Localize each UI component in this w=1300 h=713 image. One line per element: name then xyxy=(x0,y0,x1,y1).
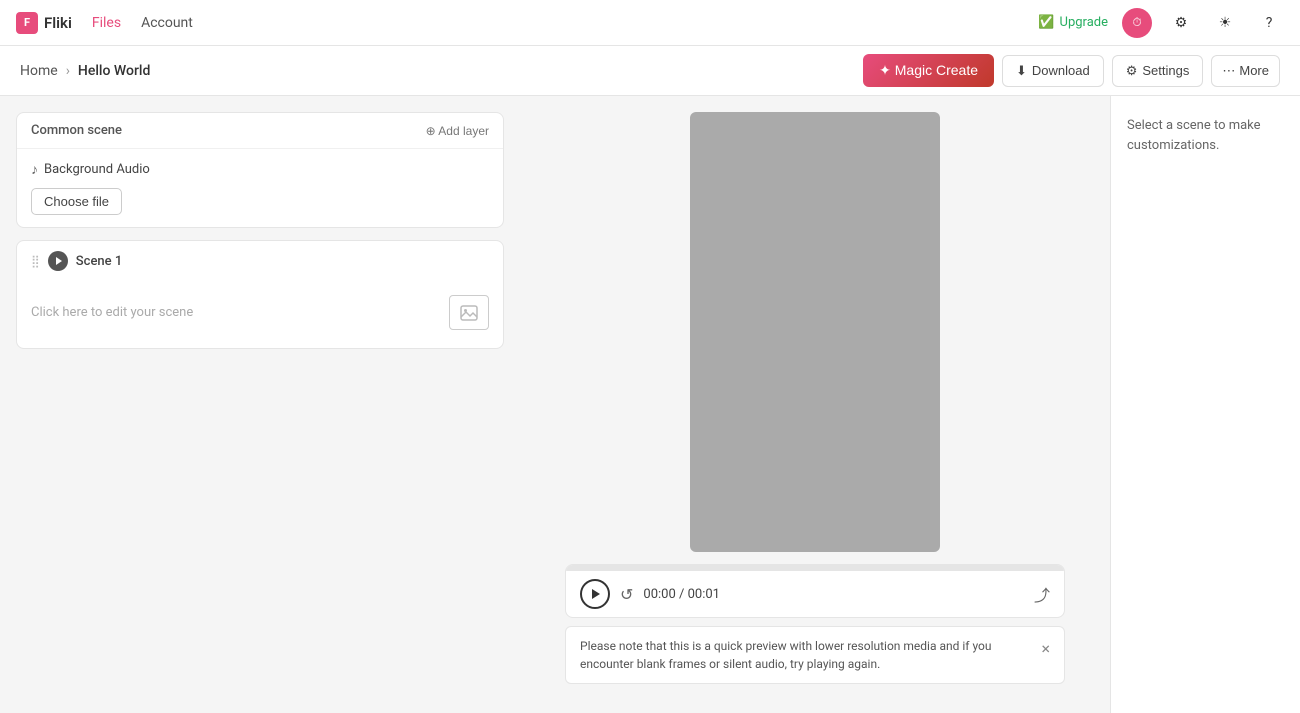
download-icon: ⬇ xyxy=(1016,63,1027,79)
nav-left: F Fliki Files Account xyxy=(16,12,193,34)
nav-files[interactable]: Files xyxy=(92,15,121,31)
bg-audio-row: ♪ Background Audio xyxy=(31,161,489,178)
player-controls: ↺ 00:00 / 00:01 ⤴ xyxy=(566,571,1064,617)
breadcrumb-home[interactable]: Home xyxy=(20,63,58,79)
upgrade-label: Upgrade xyxy=(1060,15,1108,30)
scene1-play-icon[interactable] xyxy=(48,251,68,271)
magic-create-button[interactable]: ✦ Magic Create xyxy=(863,54,994,87)
settings-icon: ⚙ xyxy=(1126,63,1138,79)
main-layout: Common scene ⊕ Add layer ♪ Background Au… xyxy=(0,96,1300,713)
logo-label: Fliki xyxy=(44,14,72,32)
player-progress-bar[interactable] xyxy=(566,565,1064,571)
logo[interactable]: F Fliki xyxy=(16,12,72,34)
toolbar-actions: ✦ Magic Create ⬇ Download ⚙ Settings ⋯ M… xyxy=(863,54,1280,87)
scene1-image-icon[interactable] xyxy=(449,295,489,330)
center-panel: ↺ 00:00 / 00:01 ⤴ Please note that this … xyxy=(520,96,1110,713)
bg-audio-label: Background Audio xyxy=(44,162,150,177)
help-button[interactable]: ? xyxy=(1254,8,1284,38)
settings-button[interactable]: ⚙ Settings xyxy=(1112,55,1204,87)
sun-icon: ☀ xyxy=(1219,15,1232,31)
tools-button[interactable]: ⚙ xyxy=(1166,8,1196,38)
more-dots-icon: ⋯ xyxy=(1222,63,1235,79)
help-icon: ? xyxy=(1266,15,1273,31)
download-label: Download xyxy=(1032,63,1090,78)
nav-right: ✅ Upgrade ⏱ ⚙ ☀ ? xyxy=(1038,8,1284,38)
settings-label: Settings xyxy=(1142,63,1189,78)
choose-file-button[interactable]: Choose file xyxy=(31,188,122,215)
scene1-card: ⣿ Scene 1 Click here to edit your scene xyxy=(16,240,504,349)
upgrade-button[interactable]: ✅ Upgrade xyxy=(1038,15,1108,30)
timer-icon: ⏱ xyxy=(1132,15,1141,30)
timer-button[interactable]: ⏱ xyxy=(1122,8,1152,38)
share-icon[interactable]: ⤴ xyxy=(1034,582,1050,606)
replay-icon[interactable]: ↺ xyxy=(620,585,633,604)
more-button[interactable]: ⋯ More xyxy=(1211,55,1280,87)
drag-handle-icon[interactable]: ⣿ xyxy=(31,254,40,268)
music-icon: ♪ xyxy=(31,161,38,178)
checkmark-icon: ✅ xyxy=(1038,15,1054,30)
player-left-controls: ↺ 00:00 / 00:01 xyxy=(580,579,720,609)
breadcrumb: Home › Hello World xyxy=(20,63,150,79)
left-panel: Common scene ⊕ Add layer ♪ Background Au… xyxy=(0,96,520,713)
time-display: 00:00 / 00:01 xyxy=(643,587,720,602)
common-scene-body: ♪ Background Audio Choose file xyxy=(17,149,503,227)
download-button[interactable]: ⬇ Download xyxy=(1002,55,1104,87)
right-panel: Select a scene to make customizations. xyxy=(1110,96,1300,713)
notice-text: Please note that this is a quick preview… xyxy=(580,637,1031,673)
play-icon xyxy=(592,589,600,599)
tools-icon: ⚙ xyxy=(1175,15,1188,31)
common-scene-header: Common scene ⊕ Add layer xyxy=(17,113,503,149)
player-bar: ↺ 00:00 / 00:01 ⤴ xyxy=(565,564,1065,618)
play-button[interactable] xyxy=(580,579,610,609)
breadcrumb-current: Hello World xyxy=(78,63,150,79)
time-separator: / xyxy=(676,587,688,602)
breadcrumb-bar: Home › Hello World ✦ Magic Create ⬇ Down… xyxy=(0,46,1300,96)
time-total: 00:01 xyxy=(688,587,720,602)
more-label: More xyxy=(1239,63,1269,78)
video-preview xyxy=(690,112,940,552)
scene1-header: ⣿ Scene 1 xyxy=(17,241,503,281)
scene1-placeholder: Click here to edit your scene xyxy=(31,305,193,320)
breadcrumb-separator: › xyxy=(66,63,70,79)
logo-icon: F xyxy=(16,12,38,34)
time-current: 00:00 xyxy=(643,587,675,602)
notice-bar: Please note that this is a quick preview… xyxy=(565,626,1065,684)
notice-close-button[interactable]: × xyxy=(1041,637,1050,661)
add-layer-button[interactable]: ⊕ Add layer xyxy=(426,124,489,138)
scene1-body[interactable]: Click here to edit your scene xyxy=(17,281,503,348)
common-scene-card: Common scene ⊕ Add layer ♪ Background Au… xyxy=(16,112,504,228)
right-panel-text: Select a scene to make customizations. xyxy=(1127,116,1284,155)
common-scene-title: Common scene xyxy=(31,123,122,138)
top-nav: F Fliki Files Account ✅ Upgrade ⏱ ⚙ ☀ ? xyxy=(0,0,1300,46)
scene1-title: Scene 1 xyxy=(76,254,122,269)
theme-button[interactable]: ☀ xyxy=(1210,8,1240,38)
nav-account[interactable]: Account xyxy=(141,15,193,31)
